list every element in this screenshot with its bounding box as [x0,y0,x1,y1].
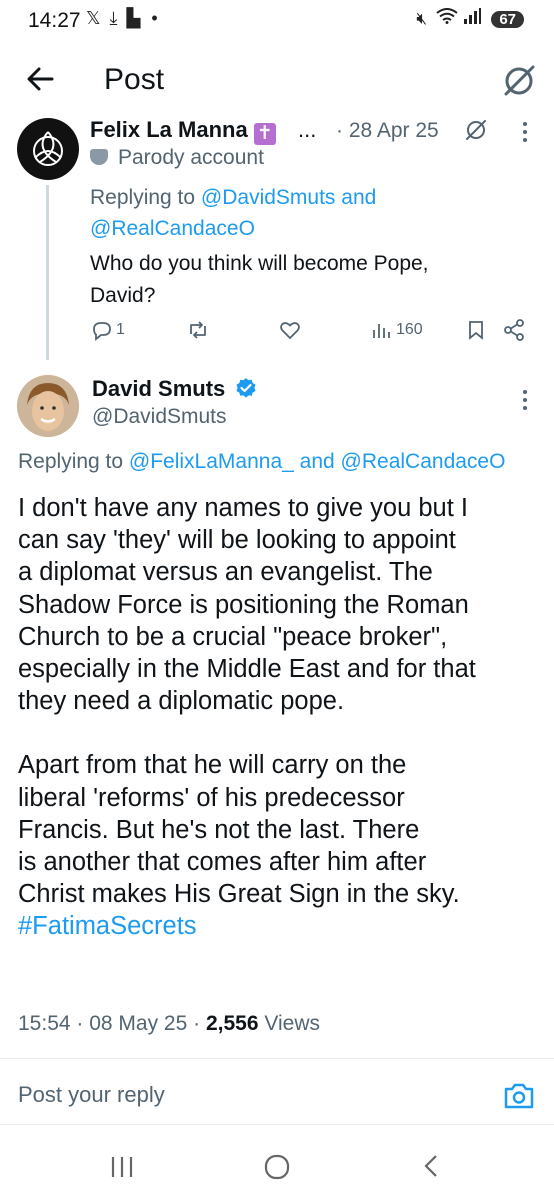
home-button[interactable] [257,1148,297,1184]
more-options-button[interactable] [520,120,530,146]
status-right-icons: 🔇︎ 67 [416,8,524,29]
share-button[interactable] [502,318,526,342]
download-icon: ⤓ [109,8,118,28]
reply-button[interactable]: 1 [90,318,125,342]
reply-icon [93,322,111,341]
status-left-icons: 𝕏 ⤓ ▙ • [86,8,158,29]
tweet2-paragraph-2: Apart from that he will carry on the lib… [18,751,460,909]
bookmark-icon [469,321,483,340]
mention-link[interactable]: @RealCandaceO [90,217,255,240]
system-nav-bar [0,1140,554,1200]
mention-link[interactable]: @FelixLaManna_ [129,450,294,473]
tweet2-text: I don't have any names to give you but I… [18,492,548,943]
mention-link[interactable]: @DavidSmuts [201,186,336,209]
mask-icon [90,149,108,165]
wifi-icon [436,8,463,28]
status-bar: 14:27 𝕏 ⤓ ▙ • 🔇︎ 67 [0,0,554,42]
replying-to-2: Replying to @FelixLaManna_ and @RealCand… [18,450,506,473]
camera-button[interactable] [502,1080,536,1112]
grok-icon [466,120,486,140]
x-logo-icon: 𝕏 [86,8,101,28]
back-chevron-icon [424,1155,437,1177]
repost-icon [190,321,206,339]
heart-icon [280,322,300,340]
camera-icon [504,1083,534,1109]
tweet2-views-label: Views [264,1012,321,1035]
more-vertical-icon [523,390,527,410]
grok-small-button[interactable] [464,118,488,142]
share-icon [504,319,524,341]
chat-icon: ▙ [126,8,141,28]
tweet2-paragraph-1: I don't have any names to give you but I… [18,494,476,716]
analytics-icon [373,324,390,338]
tweet2-time[interactable]: 15:54 [18,1012,71,1035]
tweet1-actions: 1 160 [90,318,530,348]
divider [0,1124,554,1125]
like-button[interactable] [278,318,302,342]
more-vertical-icon [523,122,527,142]
tweet2-date[interactable]: 08 May 25 [89,1012,187,1035]
cross-emoji-icon: ✝ [253,123,276,145]
arrow-left-icon [27,67,54,91]
bookmark-button[interactable] [464,318,488,342]
mention-link[interactable]: @RealCandaceO [341,450,506,473]
avatar-felix[interactable] [17,118,79,180]
tweet2-meta: 15:54 · 08 May 25 · 2,556 Views [18,1012,321,1035]
grok-button[interactable] [500,62,538,100]
tweet1-text: Who do you think will become Pope, David… [90,252,429,307]
parody-label: Parody account [90,146,264,170]
back-button[interactable] [22,60,60,98]
repost-button[interactable] [186,318,210,342]
battery-indicator: 67 [491,11,524,28]
divider [0,1058,554,1059]
profile-photo-icon [17,375,79,437]
recent-apps-icon [111,1157,133,1177]
status-time: 14:27 [28,9,81,32]
avatar-david[interactable] [17,375,79,437]
back-nav-button[interactable] [412,1148,452,1184]
triquetra-icon [33,131,63,166]
mute-icon: 🔇︎ [416,9,428,28]
dot-icon: • [151,8,158,28]
replying-to-1: Replying to @DavidSmuts and @RealCandace… [90,186,377,240]
home-icon [264,1154,290,1180]
name-ellipsis: ... [298,117,317,142]
more-options-button[interactable] [520,388,530,414]
reply-input[interactable]: Post your reply [18,1082,165,1108]
signal-icon [463,8,486,28]
author-handle-david[interactable]: @DavidSmuts [92,405,227,429]
verified-badge-icon [236,378,256,398]
hashtag-link[interactable]: #FatimaSecrets [18,912,197,940]
tweet1-date[interactable]: · 28 Apr 25 [336,119,439,143]
views-button[interactable]: 160 [370,318,423,342]
tweet2-views-count: 2,556 [205,1012,259,1035]
author-name-felix[interactable]: Felix La Manna ✝ [90,117,276,145]
recent-apps-button[interactable] [102,1148,142,1184]
page-title: Post [104,63,165,96]
grok-icon [504,65,535,96]
thread-connector [46,185,49,360]
author-name-david[interactable]: David Smuts [92,376,257,402]
